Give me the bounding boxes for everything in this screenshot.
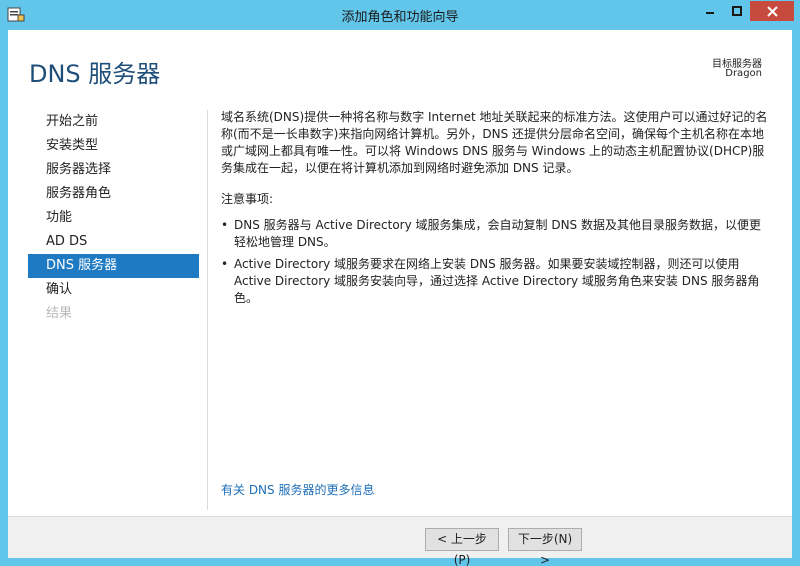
maximize-icon	[732, 6, 742, 16]
nav-item-confirmation[interactable]: 确认	[28, 278, 199, 302]
minimize-icon	[705, 12, 714, 14]
previous-button[interactable]: < 上一步(P)	[425, 528, 499, 566]
wizard-nav: 开始之前 安装类型 服务器选择 服务器角色 功能 AD DS DNS 服务器 确…	[28, 110, 199, 326]
notes-heading: 注意事项:	[221, 192, 274, 206]
target-server-name: Dragon	[725, 68, 762, 79]
nav-item-server-roles[interactable]: 服务器角色	[28, 182, 199, 206]
title-bar: 添加角色和功能向导	[0, 0, 800, 30]
list-item: Active Directory 域服务要求在网络上安装 DNS 服务器。如果要…	[221, 256, 771, 307]
description-area: 域名系统(DNS)提供一种将名称与数字 Internet 地址关联起来的标准方法…	[221, 109, 771, 312]
nav-item-results: 结果	[46, 306, 73, 321]
maximize-button[interactable]	[724, 1, 750, 21]
next-button[interactable]: 下一步(N) >	[508, 528, 582, 566]
nav-item-installation-type[interactable]: 安装类型	[28, 134, 199, 158]
list-item: DNS 服务器与 Active Directory 域服务集成，会自动复制 DN…	[221, 217, 771, 251]
nav-item-server-selection[interactable]: 服务器选择	[28, 158, 199, 182]
nav-item-dns-server[interactable]: DNS 服务器	[28, 254, 199, 278]
wizard-panel: DNS 服务器 目标服务器 Dragon 开始之前 安装类型 服务器选择 服务器…	[8, 30, 792, 566]
button-bar: < 上一步(P) 下一步(N) >	[8, 516, 792, 566]
more-info-link[interactable]: 有关 DNS 服务器的更多信息	[221, 481, 374, 498]
minimize-button[interactable]	[696, 1, 723, 21]
nav-divider	[207, 110, 208, 510]
nav-item-features[interactable]: 功能	[28, 206, 199, 230]
nav-item-ad-ds[interactable]: AD DS	[28, 230, 199, 254]
nav-item-before-you-begin[interactable]: 开始之前	[28, 110, 199, 134]
notes-list: DNS 服务器与 Active Directory 域服务集成，会自动复制 DN…	[221, 217, 771, 307]
dns-description: 域名系统(DNS)提供一种将名称与数字 Internet 地址关联起来的标准方法…	[221, 110, 768, 175]
close-icon	[766, 5, 778, 17]
window-title: 添加角色和功能向导	[341, 10, 459, 25]
page-title: DNS 服务器	[29, 60, 161, 88]
close-button[interactable]	[750, 1, 794, 21]
